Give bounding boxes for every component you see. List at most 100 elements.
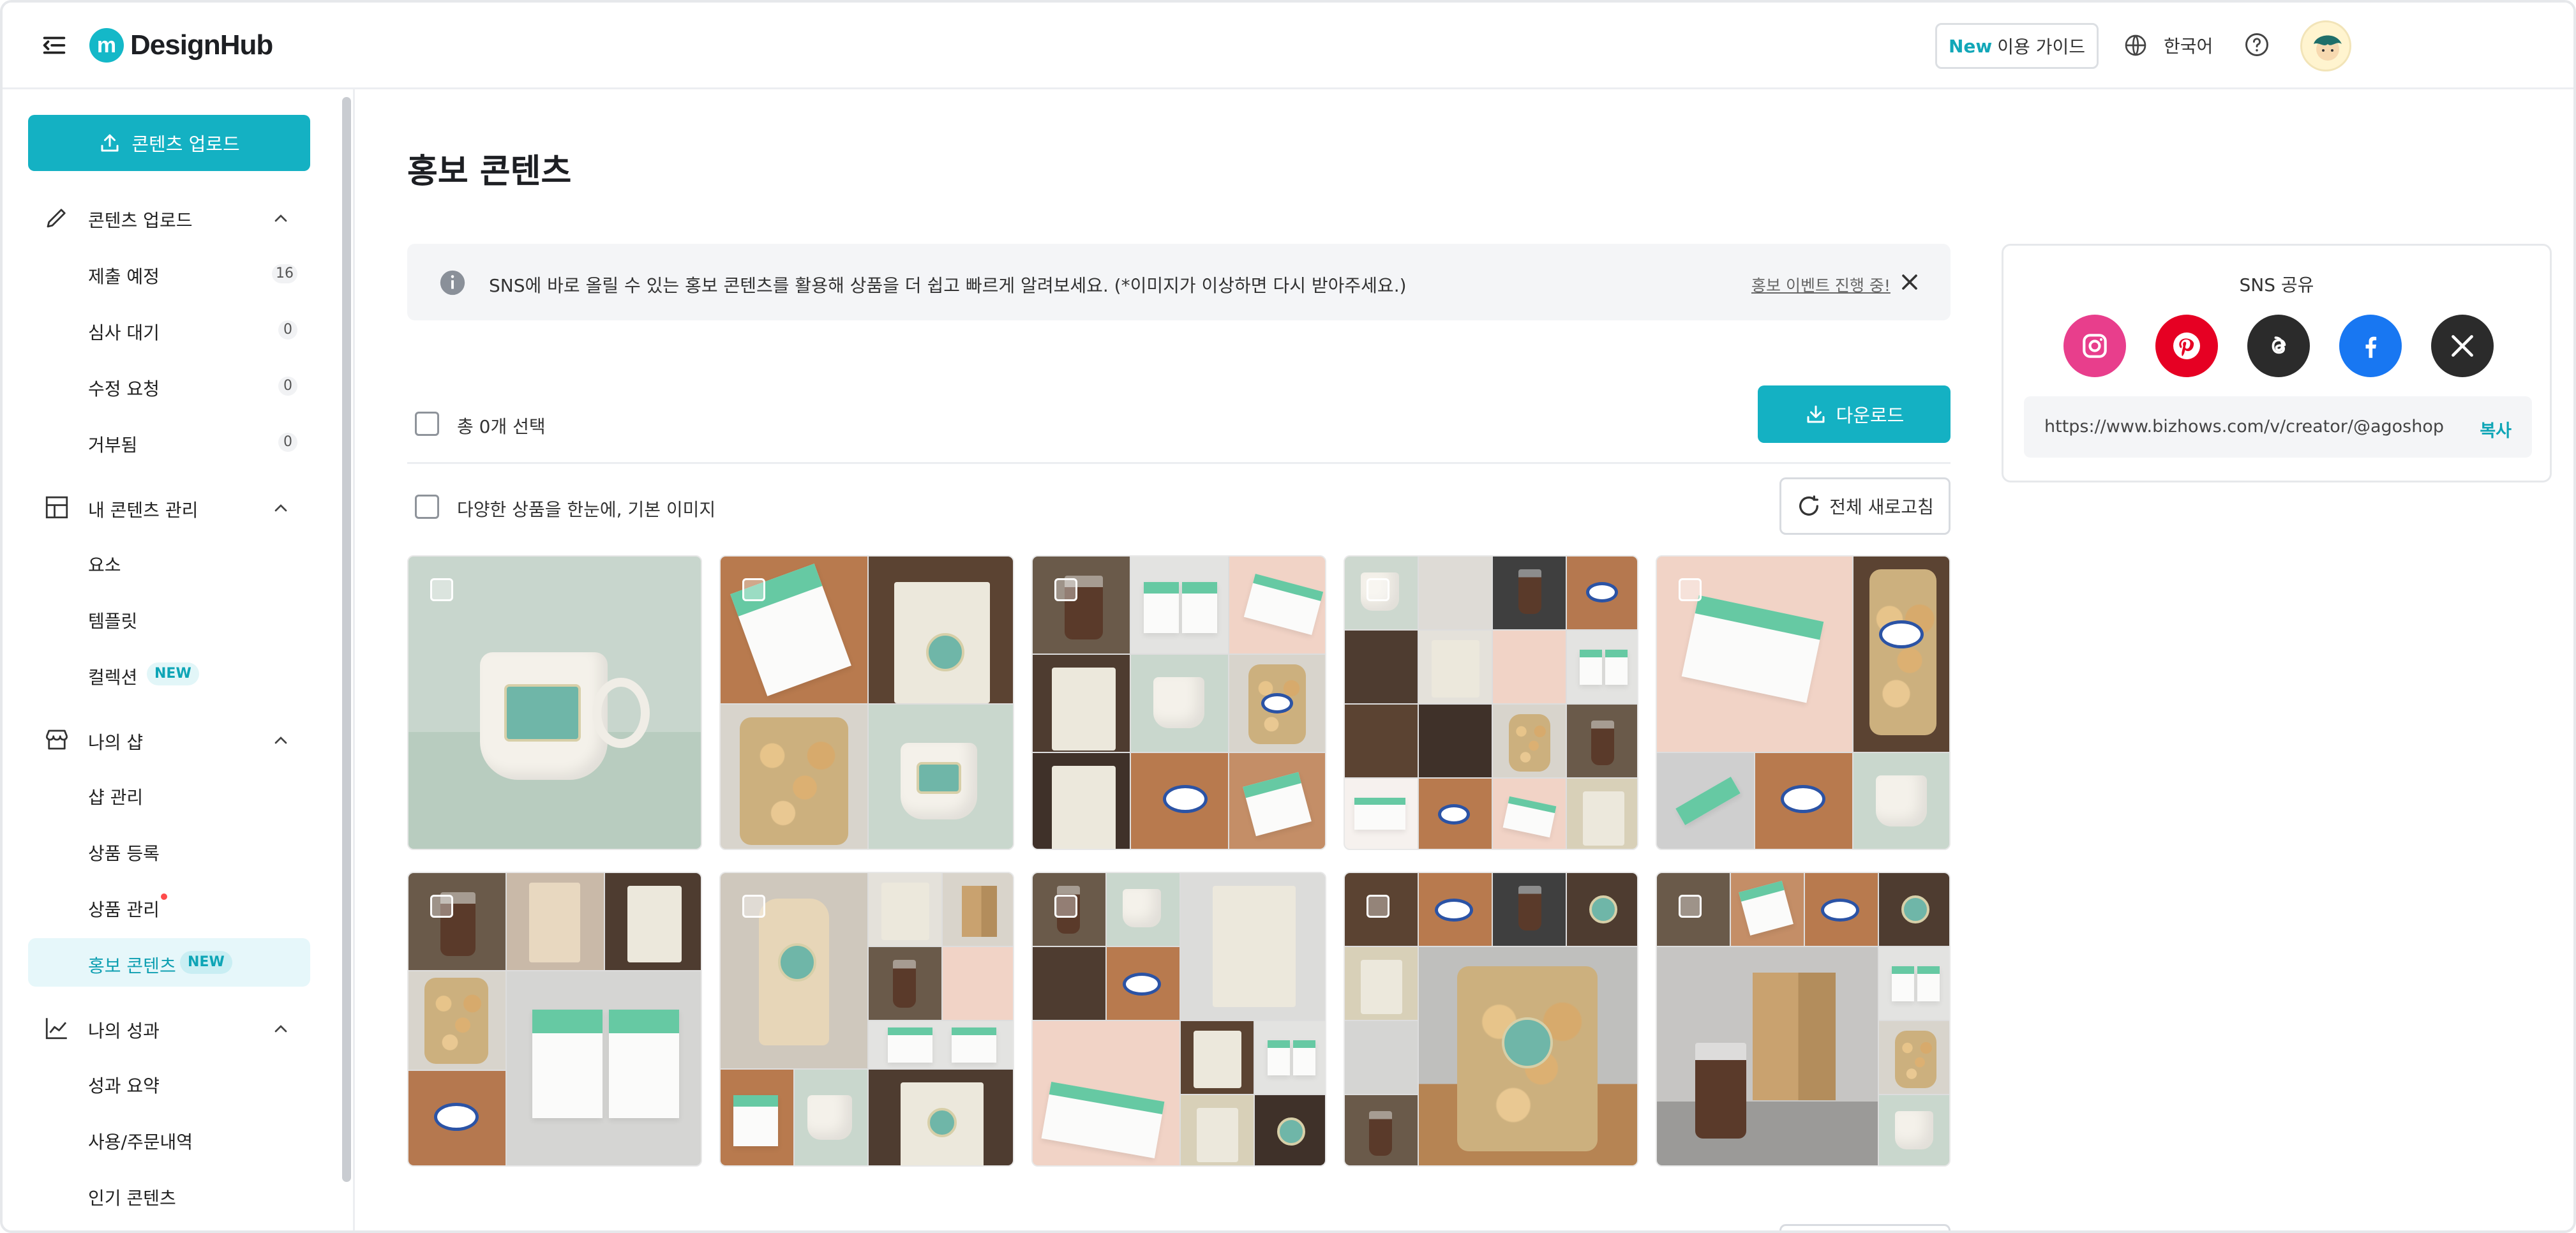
x-icon — [2452, 335, 2473, 357]
sidebar-item-elements[interactable]: 요소 — [28, 537, 310, 586]
promo-image-grid — [407, 555, 1951, 1167]
sidebar-item-label: 상품 등록 — [88, 843, 160, 864]
sidebar: 콘텐츠 업로드 콘텐츠 업로드 제출 예정 16 심사 대기 0 수정 요청 0… — [3, 89, 355, 1230]
sidebar-item-label: 거부됨 — [88, 435, 138, 456]
promo-image-card[interactable] — [1656, 872, 1951, 1167]
promo-image-card[interactable] — [407, 872, 702, 1167]
sidebar-item-label: 사용/주문내역 — [88, 1132, 193, 1153]
sidebar-item-rejected[interactable]: 거부됨 0 — [28, 417, 310, 466]
sidebar-item-label: 컬렉션 — [88, 667, 138, 688]
user-guide-button[interactable]: New 이용 가이드 — [1935, 23, 2099, 69]
promo-image-card[interactable] — [407, 555, 702, 850]
collage-tile — [721, 705, 867, 849]
avatar[interactable] — [2300, 20, 2351, 71]
sidebar-section-my-content[interactable]: 내 콘텐츠 관리 — [3, 488, 355, 526]
sidebar-item-pending-submission[interactable]: 제출 예정 16 — [28, 249, 310, 297]
sidebar-scrollbar[interactable] — [342, 97, 351, 1182]
chevron-up-icon — [274, 736, 287, 744]
sidebar-item-label: 심사 대기 — [88, 322, 160, 343]
sidebar-item-label: 템플릿 — [88, 611, 138, 632]
sidebar-item-revision-request[interactable]: 수정 요청 0 — [28, 361, 310, 410]
sidebar-item-popular-content[interactable]: 인기 콘텐츠 — [28, 1170, 310, 1219]
threads-button[interactable] — [2247, 315, 2310, 377]
sidebar-item-label: 샵 관리 — [88, 787, 144, 808]
sidebar-section-my-shop[interactable]: 나의 샵 — [3, 720, 355, 758]
sidebar-section-performance[interactable]: 나의 성과 — [3, 1008, 355, 1047]
pinterest-button[interactable] — [2155, 315, 2218, 377]
avatar-illustration-icon — [2314, 35, 2342, 61]
promo-image-card[interactable] — [1031, 555, 1326, 850]
section-label: 나의 성과 — [88, 1020, 160, 1042]
chevron-up-icon — [274, 504, 287, 512]
image-checkbox[interactable] — [430, 578, 453, 601]
sidebar-item-promo-content[interactable]: 홍보 콘텐츠 NEW — [28, 938, 310, 987]
sidebar-item-label: 상품 관리 — [88, 899, 160, 920]
help-icon[interactable] — [2243, 31, 2271, 59]
image-checkbox[interactable] — [742, 895, 765, 918]
top-header: m DesignHub New 이용 가이드 한국어 — [3, 3, 2573, 89]
selected-count-label: 총 0개 선택 — [457, 416, 546, 437]
sidebar-item-shop-management[interactable]: 샵 관리 — [28, 770, 310, 818]
facebook-button[interactable] — [2339, 315, 2402, 377]
refresh-button-label: 전체 새로고침 — [1829, 497, 1934, 518]
sidebar-item-review-waiting[interactable]: 심사 대기 0 — [28, 305, 310, 354]
select-all-checkbox[interactable] — [415, 412, 439, 436]
instagram-button[interactable] — [2063, 315, 2126, 377]
image-checkbox[interactable] — [1679, 895, 1702, 918]
facebook-icon — [2365, 336, 2377, 358]
sidebar-item-product-register[interactable]: 상품 등록 — [28, 826, 310, 874]
promo-image-card[interactable] — [719, 555, 1014, 850]
language-selector[interactable]: 한국어 — [2123, 31, 2213, 60]
image-checkbox[interactable] — [1679, 578, 1702, 601]
share-url-box: https://www.bizhows.com/v/creator/@agosh… — [2024, 396, 2532, 458]
sidebar-item-templates[interactable]: 템플릿 — [28, 594, 310, 642]
sidebar-item-usage-orders[interactable]: 사용/주문내역 — [28, 1114, 310, 1163]
app-window: m DesignHub New 이용 가이드 한국어 콘텐츠 업로드 콘텐츠 업… — [0, 0, 2576, 1233]
sidebar-item-label: 인기 콘텐츠 — [88, 1188, 176, 1209]
default-image-label: 다양한 상품을 한눈에, 기본 이미지 — [457, 499, 716, 520]
default-image-checkbox[interactable] — [415, 495, 439, 519]
content-upload-button[interactable]: 콘텐츠 업로드 — [28, 115, 310, 171]
chevron-up-icon — [274, 214, 287, 222]
image-checkbox[interactable] — [742, 578, 765, 601]
upload-icon — [101, 134, 119, 152]
refresh-icon — [1799, 495, 1819, 516]
image-checkbox[interactable] — [1367, 578, 1389, 601]
copy-url-button[interactable]: 복사 — [2480, 417, 2512, 442]
close-icon[interactable] — [1897, 269, 1922, 295]
sns-share-title: SNS 공유 — [2239, 274, 2314, 295]
image-checkbox[interactable] — [1054, 895, 1077, 918]
refresh-all-button[interactable]: 전체 새로고침 — [1779, 477, 1951, 535]
logo-mark: m — [89, 28, 124, 63]
chevron-up-icon — [274, 1025, 287, 1033]
load-more-button[interactable] — [1779, 1224, 1951, 1230]
collage-tile — [869, 705, 1013, 849]
upload-button-label: 콘텐츠 업로드 — [131, 133, 240, 155]
count-badge: 0 — [278, 433, 297, 452]
language-label: 한국어 — [2164, 36, 2213, 57]
promo-event-link[interactable]: 홍보 이벤트 진행 중! — [1751, 273, 1891, 296]
promo-image-card[interactable] — [1344, 872, 1638, 1167]
image-checkbox[interactable] — [1054, 578, 1077, 601]
promo-image-card[interactable] — [1344, 555, 1638, 850]
image-checkbox[interactable] — [430, 895, 453, 918]
promo-image-card[interactable] — [1656, 555, 1951, 850]
pencil-icon — [47, 209, 66, 228]
x-button[interactable] — [2431, 315, 2494, 377]
guide-label: 이용 가이드 — [1997, 36, 2085, 57]
instagram-icon — [2083, 334, 2107, 358]
sidebar-collapse-icon[interactable] — [40, 31, 69, 60]
chart-line-icon — [45, 1018, 67, 1040]
notification-dot — [161, 893, 167, 900]
download-button[interactable]: 다운로드 — [1758, 385, 1951, 443]
sidebar-item-label: 요소 — [88, 555, 121, 576]
sidebar-item-product-management[interactable]: 상품 관리 — [28, 882, 310, 930]
sidebar-item-performance-summary[interactable]: 성과 요약 — [28, 1058, 310, 1107]
sidebar-section-upload[interactable]: 콘텐츠 업로드 — [3, 198, 355, 236]
logo[interactable]: m DesignHub — [89, 27, 273, 64]
promo-image-card[interactable] — [719, 872, 1014, 1167]
globe-icon — [2125, 34, 2146, 56]
sidebar-item-collections[interactable]: 컬렉션 NEW — [28, 650, 310, 698]
promo-image-card[interactable] — [1031, 872, 1326, 1167]
image-checkbox[interactable] — [1367, 895, 1389, 918]
